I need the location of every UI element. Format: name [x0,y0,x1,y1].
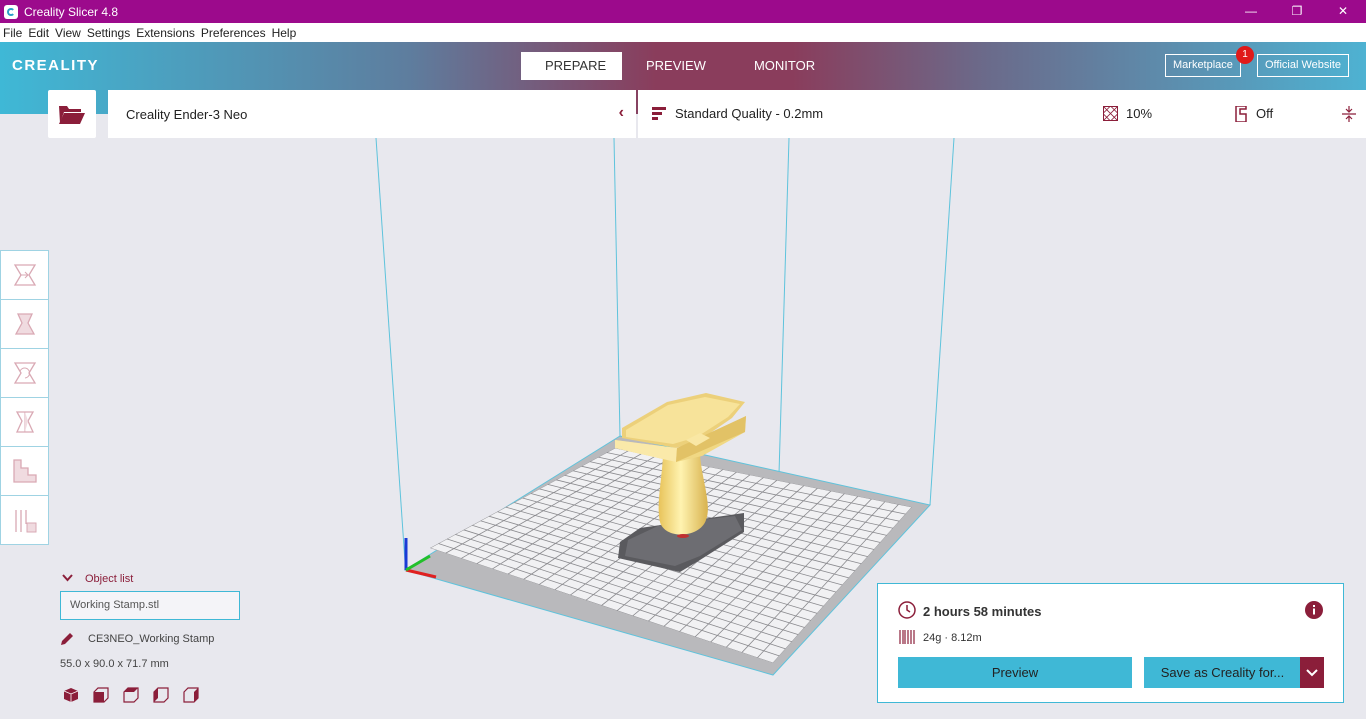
marketplace-button[interactable]: Marketplace [1165,54,1241,77]
tab-monitor[interactable]: MONITOR [730,52,839,80]
infill-value[interactable]: 10% [1126,106,1152,121]
chevron-left-icon[interactable]: ‹ [619,104,624,122]
info-icon[interactable] [1305,601,1323,619]
material-usage: 24g · 8.12m [923,632,982,644]
pencil-icon[interactable] [60,632,74,646]
window-title: Creality Slicer 4.8 [24,4,119,19]
collapse-settings-icon[interactable] [1342,106,1356,122]
object-list-item[interactable]: Working Stamp.stl [60,591,240,620]
object-list: Object list [60,573,133,585]
right-view-icon[interactable] [183,687,199,703]
rotate-icon [13,362,36,384]
clock-icon [898,601,916,619]
tab-preview[interactable]: PREVIEW [622,52,730,80]
print-time: 2 hours 58 minutes [923,604,1042,619]
save-options-dropdown[interactable] [1300,657,1324,688]
support-icon [1235,106,1247,122]
chevron-down-icon[interactable] [62,573,73,585]
scale-tool-button[interactable] [1,300,48,349]
save-to-file-button[interactable]: Save as Creality for... [1144,657,1301,688]
support-blocker-tool-button[interactable] [1,496,48,545]
menu-extensions[interactable]: Extensions [133,26,198,40]
move-icon [13,264,36,286]
app-icon [4,4,18,19]
maximize-button[interactable]: ❐ [1274,0,1320,23]
support-blocker-icon [14,509,36,532]
rotate-tool-button[interactable] [1,349,48,398]
close-button[interactable]: ✕ [1320,0,1366,23]
stairs-icon [12,459,37,483]
tab-prepare[interactable]: PREPARE [521,52,622,80]
open-file-button[interactable] [48,90,96,138]
creality-logo: CREALITY [12,57,99,74]
object-list-header[interactable]: Object list [60,573,133,585]
scale-icon [14,313,35,335]
left-view-icon[interactable] [153,687,169,703]
infill-icon [1103,106,1118,121]
job-name-text[interactable]: CE3NEO_Working Stamp [88,633,214,645]
tool-strip [0,250,49,545]
mirror-icon [15,411,34,433]
filament-icon [899,630,915,644]
mirror-tool-button[interactable] [1,398,48,447]
stage-tabs: PREPARE PREVIEW MONITOR [521,52,839,80]
printer-name: Creality Ender-3 Neo [126,106,248,122]
menu-settings[interactable]: Settings [84,26,133,40]
menu-bar: File Edit View Settings Extensions Prefe… [0,23,1366,42]
job-name: CE3NEO_Working Stamp [60,632,214,646]
print-info-panel: 2 hours 58 minutes 24g · 8.12m Preview S… [877,583,1344,703]
stamp-stem [658,455,708,535]
3d-view-icon[interactable] [63,687,79,703]
menu-file[interactable]: File [0,26,25,40]
menu-preferences[interactable]: Preferences [198,26,269,40]
menu-help[interactable]: Help [269,26,300,40]
object-list-label: Object list [85,573,134,585]
quality-profile[interactable]: Standard Quality - 0.2mm [675,106,823,121]
top-view-icon[interactable] [123,687,139,703]
menu-view[interactable]: View [52,26,84,40]
move-tool-button[interactable] [1,251,48,300]
printer-selector[interactable]: Creality Ender-3 Neo ‹ [108,90,636,138]
menu-edit[interactable]: Edit [25,26,52,40]
camera-view-buttons [63,687,199,703]
marketplace-badge: 1 [1236,46,1254,64]
quality-icon [652,107,666,120]
front-view-icon[interactable] [93,687,109,703]
official-website-button[interactable]: Official Website [1257,54,1350,77]
print-settings-bar[interactable]: Standard Quality - 0.2mm 10% Off [638,90,1366,138]
title-bar: Creality Slicer 4.8 — ❐ ✕ [0,0,1366,23]
minimize-button[interactable]: — [1228,0,1274,23]
preview-button[interactable]: Preview [898,657,1132,688]
folder-icon [59,106,85,124]
per-model-settings-tool-button[interactable] [1,447,48,496]
chevron-down-icon [1306,668,1318,676]
model-dimensions: 55.0 x 90.0 x 71.7 mm [60,658,169,670]
support-value[interactable]: Off [1256,106,1273,121]
